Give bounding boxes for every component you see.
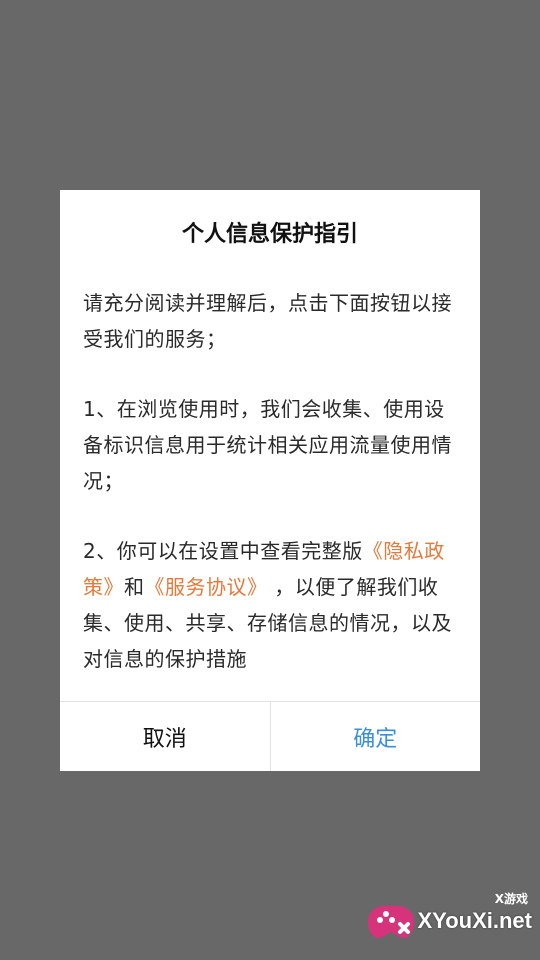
item-1-text: 1、在浏览使用时，我们会收集、使用设备标识信息用于统计相关应用流量使用情况； (83, 397, 452, 493)
dialog-body: 请充分阅读并理解后，点击下面按钮以接受我们的服务； 1、在浏览使用时，我们会收集… (83, 285, 463, 677)
dialog-title: 个人信息保护指引 (181, 222, 358, 247)
item-2-prefix: 2、你可以在设置中查看完整版 (83, 539, 363, 563)
watermark-top-text: X游戏 (494, 892, 528, 906)
cancel-button[interactable]: 取消 (60, 702, 271, 771)
service-agreement-link[interactable]: 《服务协议》 (145, 575, 268, 599)
confirm-button[interactable]: 确定 (270, 702, 480, 771)
watermark-main-text: XYouXi.net (417, 908, 533, 933)
item-2-and: 和 (124, 575, 145, 599)
intro-text: 请充分阅读并理解后，点击下面按钮以接受我们的服务； (83, 291, 452, 351)
site-watermark: X游戏 XYouXi.net (362, 890, 532, 950)
item-2-text: 2、你可以在设置中查看完整版《隐私政策》和《服务协议》 ，以便了解我们收集、使用… (83, 533, 463, 677)
gamepad-logo-icon (368, 905, 414, 939)
dialog-actions: 取消 确定 (60, 701, 480, 771)
privacy-dialog: 个人信息保护指引 请充分阅读并理解后，点击下面按钮以接受我们的服务； 1、在浏览… (60, 190, 480, 771)
